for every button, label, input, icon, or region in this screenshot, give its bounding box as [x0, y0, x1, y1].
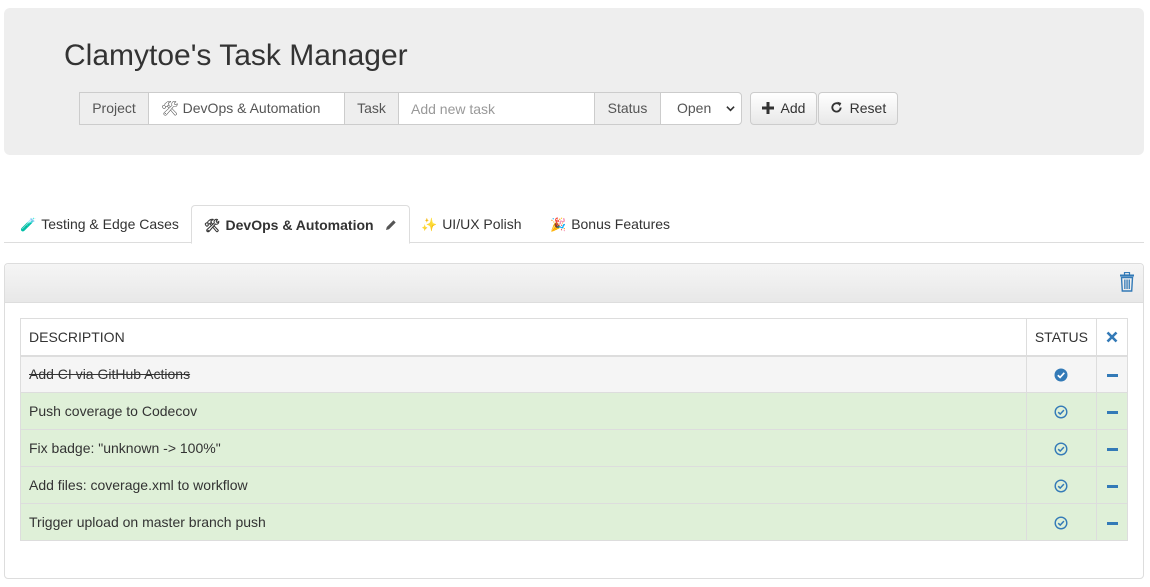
trash-icon[interactable]	[1119, 271, 1135, 292]
task-status-toggle[interactable]	[1025, 429, 1098, 467]
task-status-toggle[interactable]	[1025, 503, 1098, 541]
hammer-wrench-icon: 🛠	[204, 218, 221, 233]
minus-icon[interactable]	[1106, 374, 1118, 378]
add-button[interactable]: Add	[750, 92, 817, 125]
minus-icon[interactable]	[1106, 521, 1118, 525]
project-label: Project	[79, 92, 149, 125]
table-row: Add CI via GitHub Actions	[20, 355, 1128, 393]
tab-testing-edge-cases[interactable]: 🧪 Testing & Edge Cases	[8, 205, 191, 243]
check-circle-icon[interactable]	[1054, 479, 1068, 493]
status-label: Status	[594, 92, 661, 125]
task-input-wrapper[interactable]	[398, 92, 595, 125]
tab-label: Bonus Features	[571, 216, 671, 232]
x-icon[interactable]	[1106, 328, 1118, 345]
task-status-toggle[interactable]	[1025, 466, 1098, 504]
delete-task-button[interactable]	[1096, 355, 1128, 393]
delete-task-button[interactable]	[1096, 392, 1128, 430]
check-circle-icon[interactable]	[1054, 405, 1068, 419]
description-header: DESCRIPTION	[20, 318, 1027, 357]
party-popper-icon: 🎉	[550, 217, 567, 232]
table-row: Add files: coverage.xml to workflow	[20, 466, 1128, 504]
project-field[interactable]: 🛠 DevOps & Automation	[148, 92, 345, 125]
task-status-toggle[interactable]	[1025, 355, 1098, 393]
minus-icon[interactable]	[1106, 410, 1118, 414]
task-label: Task	[344, 92, 399, 125]
add-button-label: Add	[780, 100, 806, 116]
test-tube-icon: 🧪	[20, 217, 37, 232]
task-description: Trigger upload on master branch push	[20, 503, 1027, 541]
status-select-value: Open	[677, 100, 712, 116]
task-description: Add CI via GitHub Actions	[20, 355, 1027, 393]
check-circle-icon[interactable]	[1054, 442, 1068, 456]
table-header-row: DESCRIPTION STATUS	[20, 318, 1128, 357]
tab-devops-automation[interactable]: 🛠 DevOps & Automation	[191, 205, 411, 244]
tab-label: Testing & Edge Cases	[41, 216, 179, 232]
status-select[interactable]: Open	[660, 92, 742, 125]
panel-heading	[5, 264, 1143, 303]
refresh-icon	[830, 100, 847, 116]
task-description: Fix badge: "unknown -> 100%"	[20, 429, 1027, 467]
chevron-down-icon	[726, 93, 735, 124]
task-description: Add files: coverage.xml to workflow	[20, 466, 1027, 504]
delete-task-button[interactable]	[1096, 466, 1128, 504]
tab-bonus-features[interactable]: 🎉 Bonus Features	[538, 205, 682, 243]
table-row: Trigger upload on master branch push	[20, 503, 1128, 541]
tab-label: UI/UX Polish	[442, 216, 522, 232]
minus-icon[interactable]	[1106, 447, 1118, 451]
minus-icon[interactable]	[1106, 484, 1118, 488]
task-input[interactable]	[411, 93, 594, 124]
project-value: 🛠 DevOps & Automation	[161, 100, 321, 116]
check-circle-icon[interactable]	[1054, 516, 1068, 530]
tab-label: DevOps & Automation	[225, 217, 374, 233]
plus-icon	[761, 100, 778, 116]
sparkles-icon: ✨	[421, 217, 438, 232]
tab-ui-ux-polish[interactable]: ✨ UI/UX Polish	[409, 205, 534, 243]
pencil-icon[interactable]	[385, 218, 397, 233]
task-table: DESCRIPTION STATUS Add CI via GitHub Act…	[20, 318, 1128, 541]
delete-task-button[interactable]	[1096, 429, 1128, 467]
task-description: Push coverage to Codecov	[20, 392, 1027, 430]
task-status-toggle[interactable]	[1025, 392, 1098, 430]
project-tabs: 🧪 Testing & Edge Cases 🛠 DevOps & Automati…	[4, 205, 1144, 244]
reset-button-label: Reset	[849, 100, 887, 116]
task-panel: DESCRIPTION STATUS Add CI via GitHub Act…	[4, 263, 1144, 579]
status-header: STATUS	[1025, 318, 1098, 357]
table-row: Push coverage to Codecov	[20, 392, 1128, 430]
check-circle-icon[interactable]	[1054, 368, 1068, 382]
reset-button[interactable]: Reset	[818, 92, 898, 125]
table-row: Fix badge: "unknown -> 100%"	[20, 429, 1128, 467]
delete-task-button[interactable]	[1096, 503, 1128, 541]
page-title: Clamytoe's Task Manager	[64, 39, 408, 72]
header-jumbotron: Clamytoe's Task Manager Project 🛠 DevOps…	[4, 8, 1144, 155]
clear-done-button[interactable]	[1096, 318, 1128, 357]
